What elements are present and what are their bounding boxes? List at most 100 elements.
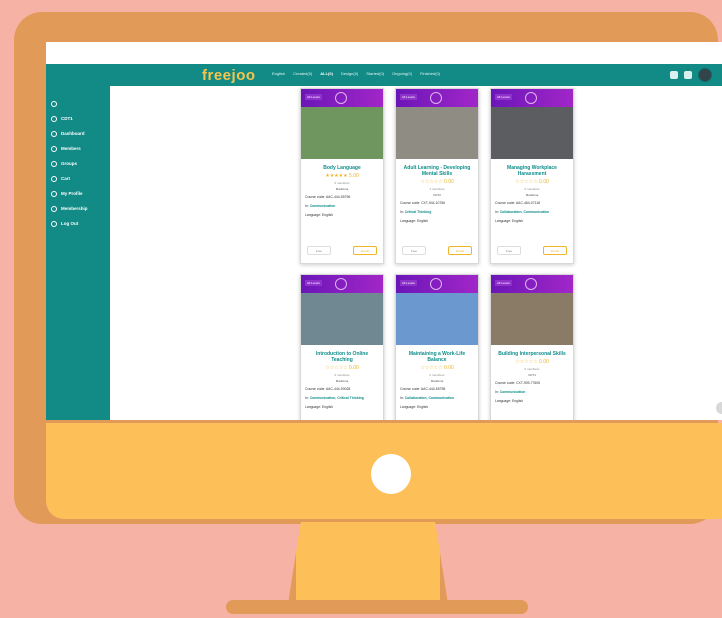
enroll-button[interactable]: Enroll xyxy=(543,246,567,255)
author-name: Maddona xyxy=(335,187,349,191)
enroll-button[interactable]: Enroll xyxy=(448,246,472,255)
scroll-to-top-button[interactable] xyxy=(716,402,722,414)
left-sidebar: CDT1 Dashboard Members Groups Cart My Profile… xyxy=(46,86,110,420)
top-navigation-bar: freejoo English Created(0) ALL(0) Design(0)… xyxy=(46,64,722,86)
screen: freejoo English Created(0) ALL(0) Design(0)… xyxy=(46,42,722,420)
course-card[interactable]: All Levels Adult Learning - Developing M… xyxy=(395,88,479,264)
level-badge: All Levels xyxy=(495,280,512,286)
course-title[interactable]: Adult Learning - Developing Mental Skill… xyxy=(400,165,474,177)
level-badge: All Levels xyxy=(305,94,322,100)
course-language: Language: English xyxy=(495,399,524,403)
course-category: In: Critical Thinking xyxy=(400,210,432,214)
sidebar-item-cdt1[interactable]: CDT1 xyxy=(46,111,110,126)
course-category: In: Communication xyxy=(495,390,526,394)
sidebar-item-dashboard[interactable]: Dashboard xyxy=(46,126,110,141)
brand-ring-icon xyxy=(430,92,442,104)
course-language: Language: English xyxy=(305,213,334,217)
author-name: Maddona xyxy=(525,193,539,197)
course-code: Course code: AAC-464-07118 xyxy=(495,201,540,205)
sidebar-item-membership[interactable]: Membership xyxy=(46,201,110,216)
top-nav-item[interactable]: Finished(0) xyxy=(420,71,440,76)
course-language: Language: English xyxy=(400,405,429,409)
course-title[interactable]: Body Language xyxy=(305,165,379,171)
course-category: In: Communication, Critical Thinking xyxy=(305,396,364,400)
member-count: 0 members xyxy=(429,373,445,377)
top-nav-item[interactable]: Created(0) xyxy=(293,71,312,76)
free-button[interactable]: Free xyxy=(497,246,521,255)
course-code: Course code: AAC-444-90028 xyxy=(305,387,351,391)
rating-stars: ☆☆☆☆☆ 0.00 xyxy=(420,365,454,371)
course-title[interactable]: Managing Workplace Harassment xyxy=(495,165,569,177)
author-name: CDT2 xyxy=(433,193,441,197)
course-language: Language: English xyxy=(400,219,429,223)
cart-icon[interactable] xyxy=(684,71,692,79)
course-title[interactable]: Maintaining a Work-Life Balance xyxy=(400,351,474,363)
brand-ring-icon xyxy=(335,92,347,104)
sidebar-item-label: Members xyxy=(61,146,81,151)
card-banner: All Levels xyxy=(301,89,383,107)
course-card[interactable]: All Levels Building Interpersonal Skills… xyxy=(490,274,574,420)
brand-ring-icon xyxy=(335,278,347,290)
course-category: In: Collaboration, Communication xyxy=(400,396,455,400)
course-title[interactable]: Building Interpersonal Skills xyxy=(495,351,569,357)
level-badge: All Levels xyxy=(495,94,512,100)
top-nav-item[interactable]: English xyxy=(272,71,285,76)
author-name: Maddona xyxy=(335,379,349,383)
groups-icon xyxy=(51,160,57,167)
sidebar-item-cart[interactable]: Cart xyxy=(46,171,110,186)
user-icon xyxy=(51,115,57,122)
bell-icon[interactable] xyxy=(670,71,678,79)
enroll-button[interactable]: Enroll xyxy=(353,246,377,255)
course-image xyxy=(396,293,478,345)
top-icons xyxy=(670,68,712,82)
author-name: Maddona xyxy=(430,379,444,383)
card-banner: All Levels xyxy=(396,275,478,293)
sidebar-item-log-out[interactable]: Log Out xyxy=(46,216,110,231)
course-card[interactable]: All Levels Maintaining a Work-Life Balan… xyxy=(395,274,479,420)
menu-icon xyxy=(51,100,57,107)
course-title[interactable]: Introduction to Online Teaching xyxy=(305,351,379,363)
monitor-base xyxy=(226,600,528,614)
brand-ring-icon xyxy=(430,278,442,290)
course-image xyxy=(491,107,573,159)
course-card[interactable]: All Levels Managing Workplace Harassment… xyxy=(490,88,574,264)
rating-stars: ★★★★★ 5.00 xyxy=(325,173,359,179)
course-card[interactable]: All Levels Body Language ★★★★★ 5.00 0 me… xyxy=(300,88,384,264)
cart-icon xyxy=(51,175,57,182)
card-banner: All Levels xyxy=(491,275,573,293)
top-nav-item[interactable]: Started(0) xyxy=(366,71,384,76)
course-code: Course code: AAC-444-55796 xyxy=(305,195,351,199)
free-button[interactable]: Free xyxy=(307,246,331,255)
level-badge: All Levels xyxy=(400,280,417,286)
course-category: In: Communication xyxy=(305,204,336,208)
app-logo[interactable]: freejoo xyxy=(202,67,256,84)
profile-icon xyxy=(51,190,57,197)
top-nav-item[interactable]: Design(0) xyxy=(341,71,358,76)
sidebar-item-menu[interactable] xyxy=(46,96,110,111)
sidebar-item-groups[interactable]: Groups xyxy=(46,156,110,171)
monitor-frame: freejoo English Created(0) ALL(0) Design(0)… xyxy=(14,12,722,524)
course-code: Course code: CXT-944-10756 xyxy=(400,201,446,205)
brand-ring-icon xyxy=(525,92,537,104)
top-nav-item[interactable]: Ongoing(0) xyxy=(392,71,412,76)
member-count: 0 members xyxy=(334,181,350,185)
members-icon xyxy=(51,145,57,152)
course-card[interactable]: All Levels Introduction to Online Teachi… xyxy=(300,274,384,420)
free-button[interactable]: Free xyxy=(402,246,426,255)
rating-stars: ☆☆☆☆☆ 0.00 xyxy=(420,179,454,185)
logout-icon xyxy=(51,220,57,227)
rating-stars: ☆☆☆☆☆ 0.00 xyxy=(325,365,359,371)
sidebar-item-label: Dashboard xyxy=(61,131,85,136)
sidebar-item-members[interactable]: Members xyxy=(46,141,110,156)
dashboard-icon xyxy=(51,130,57,137)
membership-icon xyxy=(51,205,57,212)
top-nav-item[interactable]: ALL(0) xyxy=(320,71,333,76)
power-button[interactable] xyxy=(371,454,411,494)
sidebar-item-my-profile[interactable]: My Profile xyxy=(46,186,110,201)
member-count: 0 members xyxy=(334,373,350,377)
monitor-stand xyxy=(288,522,448,604)
user-avatar[interactable] xyxy=(698,68,712,82)
course-category: In: Collaboration, Communication xyxy=(495,210,550,214)
author-name: CDT1 xyxy=(528,373,536,377)
course-image xyxy=(491,293,573,345)
